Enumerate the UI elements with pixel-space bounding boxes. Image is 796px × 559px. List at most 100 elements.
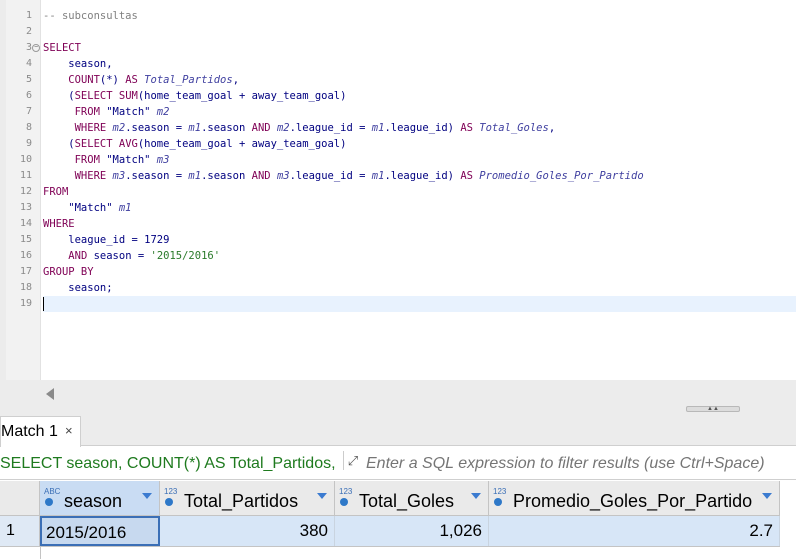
table-cell[interactable]: 2.7 [489, 516, 780, 546]
column-header-total-partidos[interactable]: 123 Total_Partidos [160, 481, 335, 516]
line-number: 13 [19, 202, 32, 213]
splitter-handle-icon[interactable]: ▲▲ [686, 406, 740, 412]
code-line[interactable]: AND season = '2015/2016' [43, 248, 220, 264]
row-number-header [0, 481, 40, 516]
line-number-gutter: − 1 2 3 4 5 6 7 8 9 10 11 12 13 14 15 16 17 18 19 [6, 0, 41, 380]
column-header-total-goles[interactable]: 123 Total_Goles [335, 481, 489, 516]
code-line[interactable]: GROUP BY [43, 264, 94, 280]
row-number[interactable]: 1 [0, 516, 40, 546]
line-number: 1 [25, 10, 32, 21]
filter-input[interactable] [366, 455, 794, 473]
code-token: .season [201, 170, 252, 182]
code-token: season; [43, 282, 113, 294]
code-token: (home_team_goal + away_team_goal) [137, 90, 347, 102]
code-token: .season = [125, 170, 189, 182]
code-token: "Match" [106, 106, 157, 118]
line-number: 15 [19, 234, 32, 245]
table-cell[interactable]: 380 [160, 516, 335, 546]
code-token: .league_id) [384, 170, 461, 182]
code-line[interactable]: (SELECT SUM(home_team_goal + away_team_g… [43, 88, 346, 104]
line-number: 9 [25, 138, 32, 149]
line-number: 14 [19, 218, 32, 229]
code-token: "Match" [43, 202, 119, 214]
results-grid: ABC season 123 Total_Partidos 123 Total_Goles… [0, 480, 796, 559]
column-header-label: Total_Partidos [184, 491, 299, 511]
code-token: .league_id = [289, 170, 372, 182]
code-line[interactable]: FROM "Match" m2 [43, 104, 170, 120]
sort-filter-arrow-icon[interactable] [471, 493, 481, 499]
code-token: .season [201, 122, 252, 134]
code-token: Total_Partidos [144, 74, 233, 86]
code-line[interactable]: league_id = 1729 [43, 232, 169, 248]
code-token: ( [43, 138, 75, 150]
code-line[interactable]: (SELECT AVG(home_team_goal + away_team_g… [43, 136, 346, 152]
code-line[interactable]: WHERE m2.season = m1.season AND m2.leagu… [43, 120, 556, 136]
tab-label: Match 1 [1, 423, 58, 440]
column-header-promedio-goles-por-partido[interactable]: 123 Promedio_Goles_Por_Partido [489, 481, 780, 516]
code-line[interactable]: COUNT(*) AS Total_Partidos, [43, 72, 239, 88]
table-cell[interactable]: 2015/2016 [40, 516, 160, 546]
sort-filter-arrow-icon[interactable] [317, 493, 327, 499]
close-icon[interactable]: × [65, 423, 73, 438]
code-line[interactable] [43, 296, 796, 312]
query-text: SELECT season, COUNT(*) AS Total_Partido… [0, 455, 336, 472]
code-token: WHERE [74, 170, 113, 182]
code-token: m3 [156, 154, 170, 166]
type-badge: 123 [493, 487, 507, 496]
code-line[interactable]: FROM [43, 184, 68, 200]
code-token: WHERE [43, 218, 75, 230]
code-token: '2015/2016' [150, 250, 221, 262]
code-token: league_id = [43, 234, 145, 246]
column-header-season[interactable]: ABC season [40, 481, 160, 516]
code-token: , [232, 74, 240, 86]
tab-match-1[interactable]: Match 1 × [0, 416, 81, 447]
code-token: GROUP BY [43, 266, 94, 278]
line-number: 4 [25, 58, 32, 69]
results-tab-bar: Match 1 × [0, 415, 796, 447]
code-token: Promedio_Goles_Por_Partido [479, 170, 644, 182]
expand-filter-icon[interactable]: ⤢ [343, 451, 362, 470]
code-token: AND [251, 170, 277, 182]
column-type-icon [45, 498, 53, 506]
code-token: m3 [276, 170, 290, 182]
code-token: m1 [188, 170, 202, 182]
code-token: -- subconsultas [43, 10, 138, 22]
code-line[interactable]: "Match" m1 [43, 200, 131, 216]
code-token: m1 [371, 170, 385, 182]
scroll-left-arrow-icon[interactable] [46, 388, 54, 400]
sort-filter-arrow-icon[interactable] [762, 493, 772, 499]
type-badge: 123 [164, 487, 178, 496]
code-token: "Match" [106, 154, 157, 166]
code-token: .league_id) [384, 122, 461, 134]
code-line[interactable]: SELECT [43, 40, 81, 56]
code-token: FROM [74, 154, 107, 166]
text-caret [43, 297, 44, 311]
fold-toggle-icon[interactable]: − [32, 44, 40, 52]
line-number: 2 [25, 26, 32, 37]
column-type-icon [165, 498, 173, 506]
line-number: 19 [19, 298, 32, 309]
code-token: (*) [99, 74, 126, 86]
code-line[interactable]: WHERE m3.season = m1.season AND m3.leagu… [43, 168, 644, 184]
panel-splitter[interactable]: ▲▲ [0, 402, 796, 415]
code-token: 1729 [144, 234, 170, 246]
table-cell[interactable]: 1,026 [335, 516, 489, 546]
type-badge: ABC [44, 487, 61, 496]
column-header-label: Promedio_Goles_Por_Partido [513, 491, 753, 511]
code-token: m1 [188, 122, 202, 134]
code-token: AS [125, 74, 145, 86]
code-line[interactable]: -- subconsultas [43, 8, 138, 24]
code-token: m2 [276, 122, 290, 134]
code-token: .season = [125, 122, 189, 134]
code-token: Total_Goles [479, 122, 549, 134]
code-token: SUM [118, 90, 138, 102]
code-line[interactable]: season, [43, 56, 112, 72]
sql-editor[interactable]: − 1 2 3 4 5 6 7 8 9 10 11 12 13 14 15 16 17 18 19 -- subco… [0, 0, 796, 380]
code-line[interactable]: WHERE [43, 216, 75, 232]
code-line[interactable]: FROM "Match" m3 [43, 152, 170, 168]
code-line[interactable]: season; [43, 280, 113, 296]
sort-filter-arrow-icon[interactable] [142, 493, 152, 499]
